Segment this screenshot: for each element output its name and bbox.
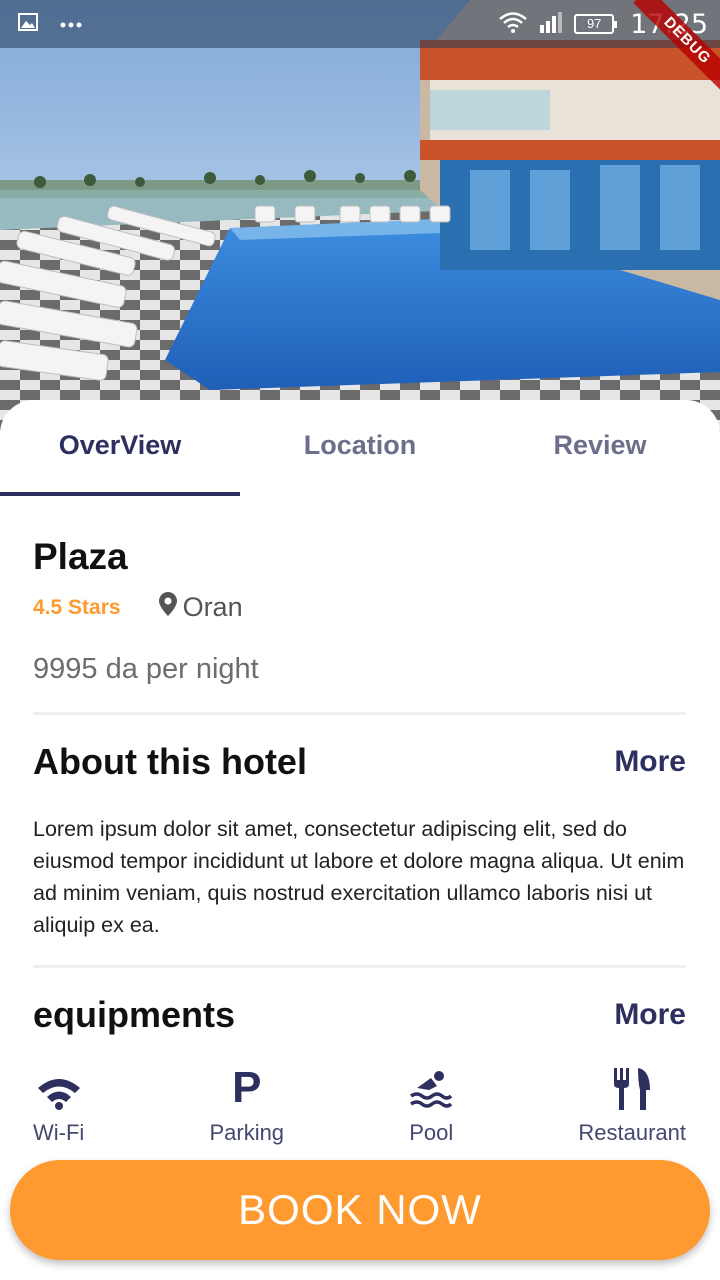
divider [33,712,686,715]
equipment-label: Parking [209,1120,285,1145]
tab-location[interactable]: Location [240,400,480,496]
equipment-wifi[interactable]: Wi-Fi [33,1066,84,1146]
battery-indicator: 97 [574,14,618,34]
hotel-pool-image [0,0,720,440]
tab-bar: OverView Location Review [0,400,720,496]
details-card: OverView Location Review Plaza 4.5 Stars… [0,400,720,1280]
hotel-rating: 4.5 Stars [33,595,121,619]
location-pin-icon [158,592,183,623]
parking-icon: P [232,1063,262,1112]
cell-signal-icon [538,8,564,40]
image-notification-icon [18,12,38,36]
equipment-label: Wi-Fi [33,1120,85,1145]
overview-content: Plaza 4.5 Stars Oran 9995 da per night A… [0,536,720,1146]
status-left [18,12,82,36]
pool-icon [409,1066,453,1110]
hotel-name: Plaza [33,536,128,577]
more-notifications-icon [60,15,82,33]
about-title: About this hotel [33,741,307,782]
about-description: Lorem ipsum dolor sit amet, consectetur … [33,817,685,937]
book-now-button[interactable]: BOOK NOW [10,1160,710,1260]
restaurant-icon [612,1066,652,1110]
equipments-header: equipments More [33,994,686,1036]
equipments-list: Wi-Fi P Parking Pool Restaurant [33,1066,686,1146]
location-text: Oran [182,592,243,622]
tab-overview[interactable]: OverView [0,400,240,496]
divider [33,965,686,968]
equipment-label: Restaurant [578,1120,686,1145]
hotel-price: 9995 da per night [33,653,259,685]
wifi-icon [36,1066,82,1110]
status-bar: 97 17:25 [0,0,720,48]
about-header: About this hotel More [33,741,686,783]
tab-review[interactable]: Review [480,400,720,496]
wifi-signal-icon [498,8,528,40]
equipment-parking[interactable]: P Parking [209,1066,284,1146]
equipment-pool[interactable]: Pool [409,1066,453,1146]
equipments-more-link[interactable]: More [614,998,686,1032]
about-more-link[interactable]: More [614,745,686,779]
equipments-title: equipments [33,994,236,1035]
hotel-meta: 4.5 Stars Oran [33,592,686,623]
hotel-location: Oran [158,592,243,623]
equipment-restaurant[interactable]: Restaurant [578,1066,686,1146]
equipment-label: Pool [409,1120,454,1145]
active-tab-indicator [0,492,240,496]
